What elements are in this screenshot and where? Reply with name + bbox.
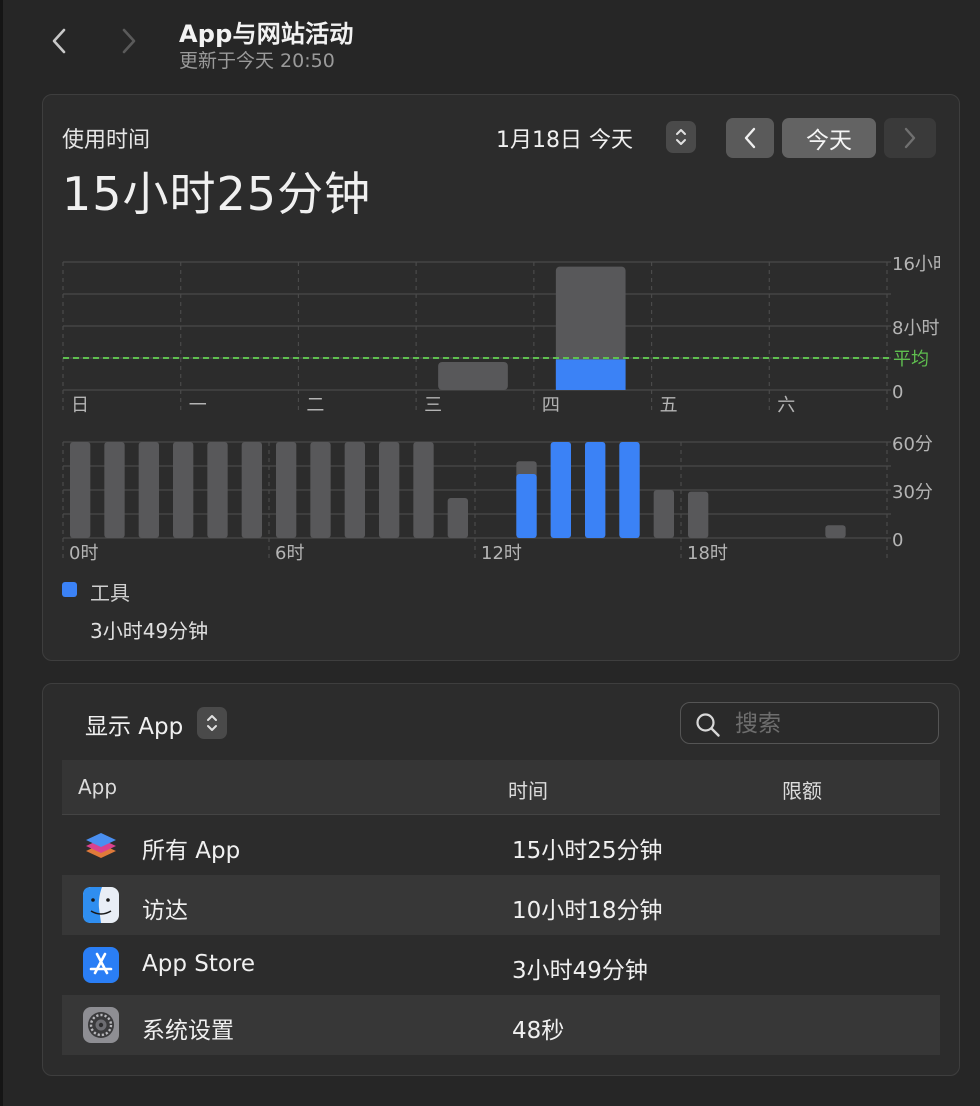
weekday-label: 五 xyxy=(660,395,678,416)
hourly-bar-other xyxy=(173,442,194,538)
hourly-bar-other xyxy=(276,442,297,538)
show-apps-label: 显示 App xyxy=(85,714,184,740)
hourly-bar-tools xyxy=(585,442,606,538)
average-label: 平均 xyxy=(893,349,929,370)
date-label: 1月18日 今天 xyxy=(496,128,633,153)
weekday-label: 二 xyxy=(306,395,324,416)
app-name: 所有 App xyxy=(142,838,241,864)
hour-label: 12时 xyxy=(481,543,522,564)
app-name: 访达 xyxy=(142,898,188,924)
hourly-bar-other xyxy=(138,442,159,538)
y-tick-label: 8小时 xyxy=(892,318,939,339)
up-down-chevron-icon xyxy=(676,129,686,145)
weekly-usage-chart: 日 一 二 三 四 五 六 平均 16小时 8小时 0 xyxy=(62,254,940,416)
hourly-bar-other xyxy=(825,525,846,538)
hourly-usage-chart: 0时 6时 12时 18时 60分 30分 0 xyxy=(62,434,933,564)
weekly-bar-tools xyxy=(555,359,626,390)
hourly-bar-other xyxy=(688,491,709,538)
app-name: App Store xyxy=(142,951,256,977)
today-button[interactable]: 今天 xyxy=(782,118,876,158)
app-time: 10小时18分钟 xyxy=(512,898,663,924)
y-tick-label: 0 xyxy=(892,530,903,551)
chevron-right-icon xyxy=(904,127,916,149)
hourly-bar-other xyxy=(207,442,228,538)
weekday-label: 日 xyxy=(71,395,89,416)
column-header-app[interactable]: App xyxy=(78,775,117,799)
legend-category: 工具 xyxy=(90,581,130,605)
chevron-left-icon xyxy=(744,127,756,149)
hourly-bar-other xyxy=(379,442,400,538)
date-stepper[interactable] xyxy=(666,121,696,153)
table-row[interactable]: 访达 10小时18分钟 xyxy=(62,875,940,935)
up-down-chevron-icon xyxy=(207,715,217,731)
system-settings-icon xyxy=(83,1007,119,1043)
app-time: 48秒 xyxy=(512,1018,565,1044)
previous-day-button[interactable] xyxy=(726,118,774,158)
app-name: 系统设置 xyxy=(142,1018,234,1044)
hourly-bar-other xyxy=(653,490,674,538)
table-row[interactable]: 所有 App 15小时25分钟 xyxy=(62,815,940,875)
usage-total: 15小时25分钟 xyxy=(62,167,372,221)
all-apps-icon xyxy=(86,833,116,858)
page-title: App与网站活动 xyxy=(179,20,354,48)
app-time: 3小时49分钟 xyxy=(512,958,648,984)
legend-swatch xyxy=(62,582,77,597)
table-header: App 时间 限额 xyxy=(62,760,940,815)
updated-time: 更新于今天 20:50 xyxy=(179,50,335,72)
hourly-bar-other xyxy=(70,442,91,538)
weekday-label: 六 xyxy=(777,395,795,416)
finder-icon xyxy=(83,887,119,923)
apps-table: App 时间 限额 所有 App 15小时25分钟 访达 10小时18分钟 Ap… xyxy=(62,760,940,1055)
weekday-label: 三 xyxy=(424,395,442,416)
column-header-time[interactable]: 时间 xyxy=(508,775,548,804)
search-field[interactable] xyxy=(680,702,939,744)
weekly-bar-other xyxy=(438,362,508,390)
weekday-label: 四 xyxy=(542,395,560,416)
hour-label: 18时 xyxy=(687,543,728,564)
hourly-bar-other xyxy=(104,442,125,538)
hourly-bar-other xyxy=(241,442,262,538)
y-tick-label: 16小时 xyxy=(892,254,940,275)
search-input[interactable] xyxy=(735,709,931,739)
back-button[interactable] xyxy=(44,21,74,61)
weekday-label: 一 xyxy=(189,395,207,416)
show-apps-stepper[interactable] xyxy=(197,707,227,739)
hourly-bar-tools xyxy=(550,442,571,538)
chevron-left-icon xyxy=(52,28,66,54)
chevron-right-icon xyxy=(122,28,136,54)
next-day-button[interactable] xyxy=(884,118,936,158)
forward-button[interactable] xyxy=(114,21,144,61)
hourly-bar-other xyxy=(310,442,331,538)
window-edge xyxy=(0,0,3,1106)
legend-category-total: 3小时49分钟 xyxy=(90,619,209,643)
hourly-bar-other xyxy=(447,498,468,538)
hourly-bar-other xyxy=(413,442,434,538)
hour-label: 0时 xyxy=(69,543,98,564)
column-header-limit[interactable]: 限额 xyxy=(782,775,822,804)
hourly-bar-tools xyxy=(619,442,640,538)
table-row[interactable]: App Store 3小时49分钟 xyxy=(62,935,940,995)
search-icon xyxy=(696,713,720,737)
hour-label: 6时 xyxy=(275,543,304,564)
y-tick-label: 0 xyxy=(892,382,903,403)
app-store-icon xyxy=(83,947,119,983)
y-tick-label: 60分 xyxy=(892,434,933,455)
table-row[interactable]: 系统设置 48秒 xyxy=(62,995,940,1055)
usage-label: 使用时间 xyxy=(62,128,151,153)
app-time: 15小时25分钟 xyxy=(512,838,663,864)
hourly-bar-tools xyxy=(516,474,537,538)
y-tick-label: 30分 xyxy=(892,482,933,503)
hourly-bar-other xyxy=(344,442,365,538)
